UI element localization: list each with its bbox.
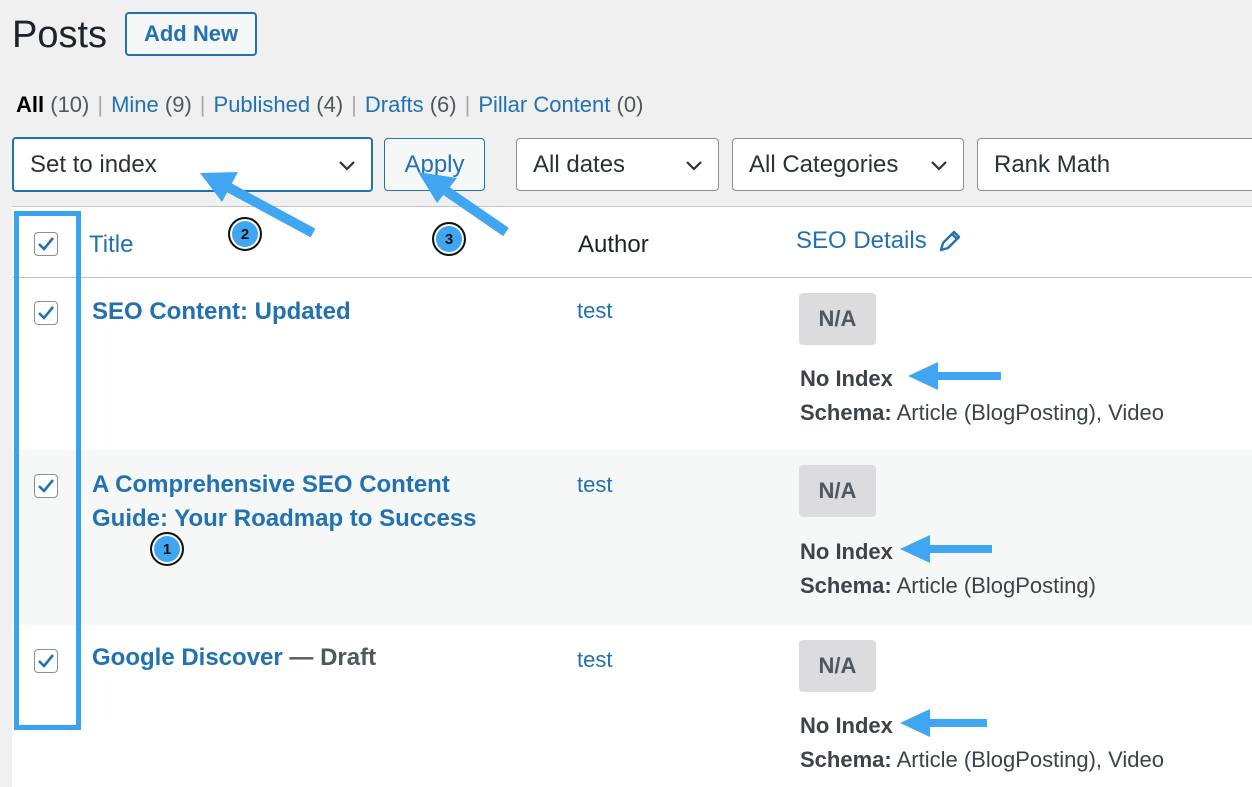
step-3-badge: 3	[432, 222, 466, 256]
apply-button[interactable]: Apply	[384, 138, 485, 191]
separator: |	[97, 92, 104, 117]
post-title-link[interactable]: A Comprehensive SEO Content Guide: Your …	[92, 468, 522, 536]
table-header: Title Author SEO Details	[12, 207, 1252, 278]
seo-score-badge: N/A	[799, 640, 876, 692]
chevron-down-icon	[931, 161, 947, 171]
table-row: SEO Content: Updated test N/A No Index S…	[12, 278, 1252, 450]
rank-math-filter-select[interactable]: Rank Math	[977, 138, 1252, 191]
seo-details-label: SEO Details	[796, 227, 927, 254]
posts-table: Title Author SEO Details SEO Content: Up…	[12, 206, 1252, 787]
date-filter-value: All dates	[533, 150, 626, 178]
view-all[interactable]: All (10)	[16, 92, 89, 117]
separator: |	[464, 92, 471, 117]
category-filter-select[interactable]: All Categories	[732, 138, 964, 191]
post-author-link[interactable]: test	[577, 472, 612, 498]
post-author-link[interactable]: test	[577, 647, 612, 673]
pencil-icon[interactable]	[937, 228, 963, 254]
seo-score-badge: N/A	[799, 293, 876, 345]
post-title-link[interactable]: Google Discover — Draft	[92, 641, 522, 675]
schema-info: Schema: Article (BlogPosting), Video	[800, 400, 1165, 425]
chevron-down-icon	[686, 161, 702, 171]
robots-status: No Index	[800, 539, 893, 564]
view-mine[interactable]: Mine (9)	[111, 92, 192, 117]
step-2-badge: 2	[228, 217, 262, 251]
category-filter-value: All Categories	[749, 150, 899, 178]
post-state: — Draft	[282, 644, 377, 671]
table-row: Google Discover — Draft test N/A No Inde…	[12, 625, 1252, 785]
view-drafts[interactable]: Drafts (6)	[365, 92, 457, 117]
column-title-header[interactable]: Title	[89, 231, 133, 259]
post-author-link[interactable]: test	[577, 298, 612, 324]
robots-status: No Index	[800, 713, 893, 738]
page-title: Posts	[12, 14, 108, 56]
rank-math-filter-value: Rank Math	[994, 150, 1111, 178]
add-new-button[interactable]: Add New	[125, 12, 257, 56]
robots-status: No Index	[800, 366, 893, 391]
date-filter-select[interactable]: All dates	[516, 138, 719, 191]
seo-score-badge: N/A	[799, 465, 876, 517]
bulk-action-value: Set to index	[30, 150, 157, 178]
schema-info: Schema: Article (BlogPosting), Video	[800, 747, 1165, 772]
checkbox-column-highlight	[14, 211, 81, 730]
separator: |	[351, 92, 357, 117]
bulk-action-select[interactable]: Set to index	[12, 137, 373, 192]
step-1-badge: 1	[150, 532, 184, 566]
column-author-header: Author	[578, 231, 649, 258]
separator: |	[199, 92, 206, 117]
view-filters: All (10) | Mine (9) | Published (4) | Drafts (…	[16, 92, 643, 118]
table-row: A Comprehensive SEO Content Guide: Your …	[12, 450, 1252, 625]
column-seo-details-header[interactable]: SEO Details	[796, 227, 963, 255]
post-title-link[interactable]: SEO Content: Updated	[92, 295, 522, 329]
view-published[interactable]: Published (4)	[214, 92, 344, 117]
view-pillar-content[interactable]: Pillar Content (0)	[478, 92, 643, 117]
schema-info: Schema: Article (BlogPosting)	[800, 573, 1096, 598]
chevron-down-icon	[339, 161, 355, 171]
